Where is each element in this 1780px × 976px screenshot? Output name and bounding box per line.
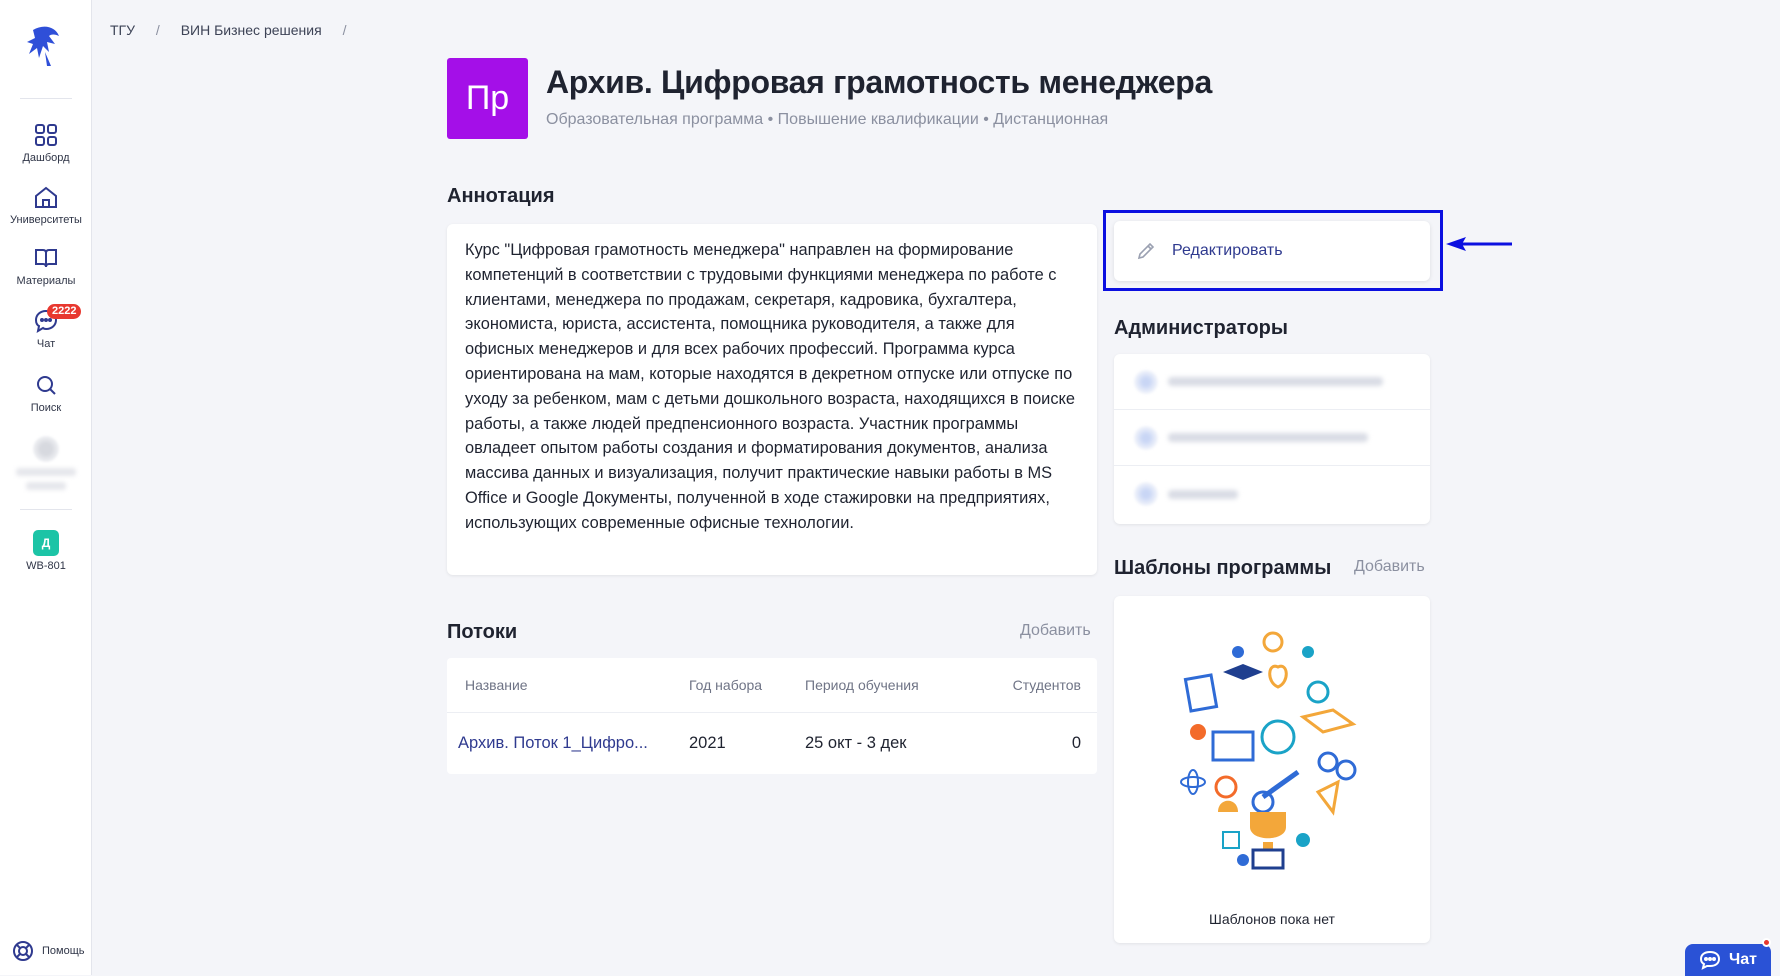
admins-heading: Администраторы [1114,317,1288,339]
sidebar-item-search[interactable]: Поиск [0,372,92,414]
admin-item[interactable] [1114,466,1430,522]
workspace-label: WB-801 [26,560,66,572]
chat-button[interactable]: Чат [1685,944,1771,976]
book-icon [35,249,57,268]
page-subtitle: Образовательная программа • Повышение кв… [546,111,1109,128]
chat-unread-badge: 2222 [47,304,82,319]
column-header[interactable]: Период обучения [805,658,977,713]
templates-empty-text: Шаблонов пока нет [1209,911,1335,927]
sidebar-item-dashboard[interactable]: Дашборд [0,122,92,164]
templates-heading: Шаблоны программы [1114,557,1332,579]
avatar [1134,369,1158,394]
breadcrumb-link[interactable]: ТГУ [110,22,135,38]
avatar [33,436,59,462]
admin-item[interactable] [1114,410,1430,466]
chat-notification-dot [1762,938,1771,947]
stream-period: 25 окт - 3 дек [805,733,907,752]
sidebar: Дашборд Университеты Материалы 2222 Чат … [0,0,92,975]
grid-icon [35,124,57,146]
stream-year: 2021 [689,733,726,752]
chat-bubble-icon [1699,950,1721,970]
lifebuoy-icon [13,941,33,961]
breadcrumb-link[interactable]: ВИН Бизнес решения [181,22,322,38]
streams-table: Название Год набора Период обучения Студ… [447,658,1097,774]
sidebar-user-profile[interactable] [0,436,92,490]
breadcrumb: ТГУ / ВИН Бизнес решения / [110,22,363,38]
admin-name-redacted [1168,377,1383,386]
help-label: Помощь [42,945,85,957]
logo-icon[interactable] [25,22,67,68]
workspace-avatar: Д [33,530,59,556]
column-header[interactable]: Название [447,658,689,713]
chat-button-label: Чат [1729,951,1757,968]
streams-heading: Потоки [447,621,518,643]
admin-name-redacted [1168,433,1368,442]
arrow-left-icon [1446,237,1512,251]
edit-button[interactable]: Редактировать [1114,221,1430,281]
column-header[interactable]: Студентов [977,658,1097,713]
sidebar-workspace[interactable]: Д WB-801 [0,530,92,572]
sidebar-divider [20,509,72,510]
home-icon [35,186,57,208]
sidebar-item-label: Чат [36,338,56,350]
avatar [1134,425,1158,450]
breadcrumb-separator: / [155,22,160,38]
sidebar-item-materials[interactable]: Материалы [0,245,92,287]
sidebar-divider [20,98,72,99]
stream-students: 0 [1071,733,1081,752]
add-template-button[interactable]: Добавить [1354,558,1425,576]
templates-card: Шаблонов пока нет [1114,596,1430,943]
sidebar-item-label: Материалы [16,275,76,287]
admins-list [1114,354,1430,524]
sidebar-item-label: Поиск [30,402,62,414]
breadcrumb-separator: / [342,22,347,38]
education-illustration [1180,631,1357,870]
pencil-icon [1137,242,1155,260]
table-row[interactable]: Архив. Поток 1_Цифро... 2021 25 окт - 3 … [447,712,1097,774]
sidebar-item-label: Университеты [10,214,82,226]
search-icon [37,376,56,395]
sidebar-item-universities[interactable]: Университеты [0,184,92,226]
help-link[interactable]: Помощь [12,940,85,962]
user-name-redacted [26,482,66,490]
admin-item[interactable] [1114,354,1430,410]
admin-name-redacted [1168,489,1238,499]
column-header[interactable]: Год набора [689,658,805,713]
annotation-text: Курс "Цифровая грамотность менеджера" на… [465,241,1076,532]
edit-button-label: Редактировать [1172,242,1283,259]
annotation-card: Курс "Цифровая грамотность менеджера" на… [447,224,1097,575]
add-stream-button[interactable]: Добавить [1020,622,1091,640]
table-header-row: Название Год набора Период обучения Студ… [447,658,1097,713]
program-icon: Пр [447,58,528,139]
avatar [1134,482,1158,506]
page-title: Архив. Цифровая грамотность менеджера [546,64,1212,100]
sidebar-item-label: Дашборд [22,152,70,164]
annotation-heading: Аннотация [447,185,555,207]
stream-name-link[interactable]: Архив. Поток 1_Цифро... [458,734,648,752]
sidebar-item-chat[interactable]: 2222 Чат [0,304,92,350]
user-name-redacted [16,468,76,476]
